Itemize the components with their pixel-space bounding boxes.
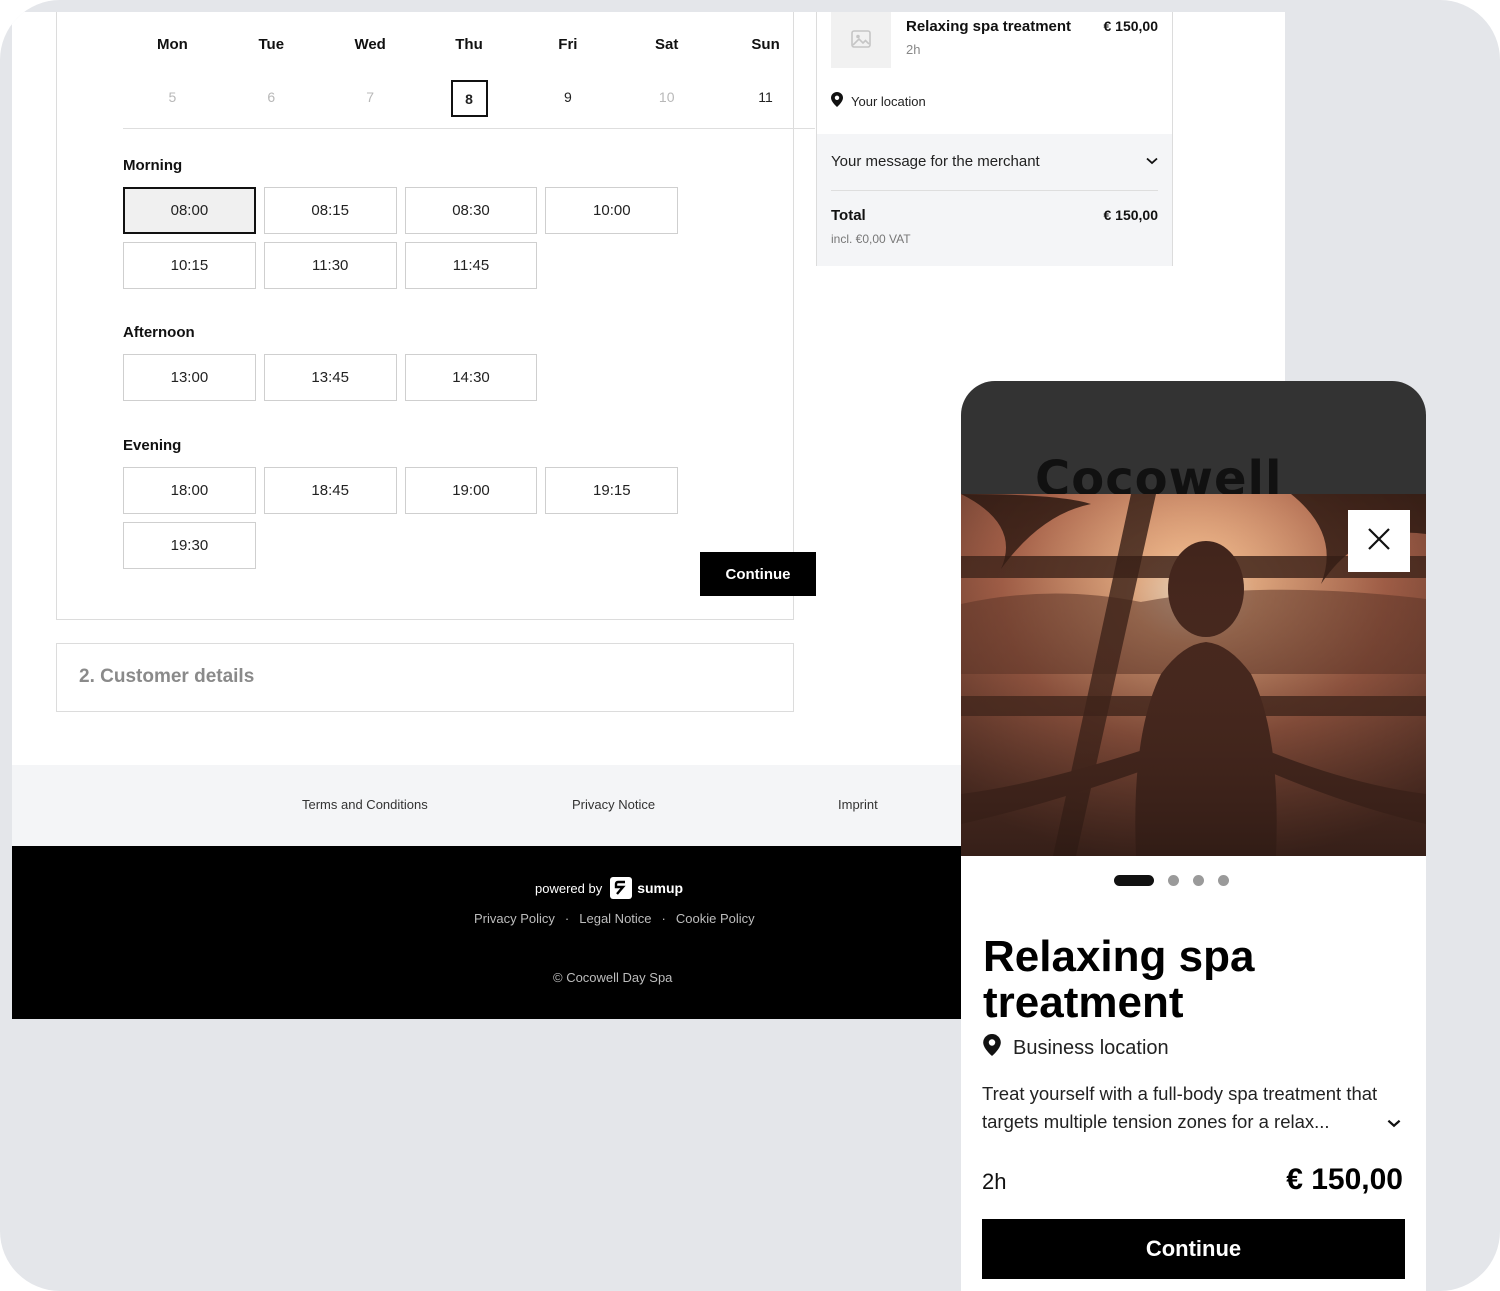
privacy-notice-link[interactable]: Privacy Notice [572, 797, 655, 812]
close-button[interactable] [1348, 510, 1410, 572]
legal-separator: · [564, 911, 570, 926]
day-name: Fri [558, 36, 578, 53]
order-summary: Relaxing spa treatment 2h € 150,00 Your … [816, 12, 1173, 266]
day-number: 7 [366, 89, 375, 105]
day-column: Fri 9 [518, 36, 617, 117]
merchant-message-toggle[interactable]: Your message for the merchant [817, 134, 1172, 190]
morning-title: Morning [123, 157, 183, 174]
sumup-mark [610, 877, 633, 899]
summary-service-name: Relaxing spa treatment [906, 18, 1072, 35]
evening-title: Evening [123, 437, 182, 454]
day-column: Wed 7 [321, 36, 420, 117]
customer-details-title: 2. Customer details [79, 666, 255, 687]
copyright: © Cocowell Day Spa [553, 970, 673, 985]
day-name: Mon [157, 36, 188, 53]
mobile-location: Business location [983, 1034, 1169, 1062]
date-time-card: Mon 5 Tue 6 Wed 7 Thu 8 Fri 9 Sat 10 Sun 11 Morning 0… [56, 12, 816, 620]
imprint-link[interactable]: Imprint [838, 797, 878, 812]
screenshot-frame: Mon 5 Tue 6 Wed 7 Thu 8 Fri 9 Sat 10 Sun 11 Morning 0… [0, 0, 1500, 1291]
carousel-dot[interactable] [1167, 875, 1179, 886]
chevron-down-icon[interactable] [1387, 1115, 1401, 1133]
sumup-logo-icon[interactable]: sumup [610, 877, 683, 899]
calendar-divider [123, 128, 815, 129]
day-number: 5 [168, 89, 177, 105]
summary-total-value: € 150,00 [1103, 207, 1159, 223]
summary-total-label: Total [831, 207, 866, 224]
day-column: Thu 8 [420, 36, 519, 117]
mobile-continue-button[interactable]: Continue [982, 1219, 1405, 1279]
mobile-location-label: Business location [1013, 1036, 1169, 1059]
day-column: Mon 5 [123, 36, 222, 117]
mobile-header: Cocowell [961, 381, 1426, 507]
mobile-duration: 2h [982, 1169, 1007, 1194]
time-slot[interactable]: 19:15 [545, 467, 679, 514]
time-slot[interactable]: 08:15 [263, 187, 397, 234]
summary-vat: incl. €0,00 VAT [831, 232, 911, 246]
day-name: Wed [354, 36, 386, 53]
day-name: Tue [258, 36, 285, 53]
time-slot[interactable]: 11:45 [404, 242, 538, 289]
afternoon-slots: 13:00 13:45 14:30 [123, 354, 817, 401]
cookie-policy-link[interactable]: Cookie Policy [676, 911, 755, 926]
summary-total-area: Total € 150,00 incl. €0,00 VAT [817, 190, 1172, 266]
powered-by-label: powered by [535, 880, 603, 896]
carousel-dot[interactable] [1113, 875, 1154, 886]
time-slot[interactable]: 08:00 [123, 187, 256, 234]
day-column: Tue 6 [222, 36, 321, 117]
time-slot[interactable]: 14:30 [404, 354, 538, 401]
time-slot[interactable]: 08:30 [404, 187, 538, 234]
time-slot[interactable]: 10:15 [123, 242, 256, 289]
location-pin-icon [831, 92, 843, 110]
close-icon [1367, 527, 1391, 556]
carousel-dot[interactable] [1192, 875, 1204, 886]
merchant-message-label: Your message for the merchant [831, 153, 1040, 170]
day-name: Sat [655, 36, 679, 53]
day-column: Sat 10 [617, 36, 716, 117]
terms-link[interactable]: Terms and Conditions [302, 797, 428, 812]
time-slot[interactable]: 19:00 [404, 467, 538, 514]
time-slot[interactable]: 10:00 [545, 187, 679, 234]
carousel-dot[interactable] [1217, 875, 1229, 886]
mobile-service-sheet: Cocowell Relaxing spa treatment Business… [961, 381, 1426, 1291]
time-slot[interactable]: 18:45 [263, 467, 397, 514]
day-name: Thu [455, 36, 483, 53]
time-slot[interactable]: 18:00 [123, 467, 256, 514]
week-day-picker: Mon 5 Tue 6 Wed 7 Thu 8 Fri 9 Sat 10 Sun 11 [123, 36, 815, 117]
summary-location-label: Your location [851, 93, 926, 109]
summary-price: € 150,00 [1103, 18, 1159, 34]
summary-location: Your location [831, 92, 926, 110]
morning-slots: 08:00 08:15 08:30 10:00 10:15 11:30 11:45 [123, 187, 817, 289]
day-number[interactable]: 11 [747, 80, 784, 117]
mobile-description: Treat yourself with a full-body spa trea… [982, 1083, 1378, 1132]
powered-by: powered by sumup [535, 877, 683, 899]
location-pin-icon [983, 1034, 1001, 1062]
privacy-policy-link[interactable]: Privacy Policy [474, 911, 555, 926]
day-column: Sun 11 [716, 36, 815, 117]
time-slot[interactable]: 11:30 [263, 242, 397, 289]
customer-details-section[interactable]: 2. Customer details [56, 643, 794, 712]
mobile-price: € 150,00 [1286, 1163, 1403, 1196]
time-slot[interactable]: 19:30 [123, 522, 256, 569]
continue-button[interactable]: Continue [700, 552, 816, 596]
mobile-service-title: Relaxing spa treatment [983, 932, 1255, 1027]
legal-links: Privacy Policy · Legal Notice · Cookie P… [474, 911, 755, 926]
image-placeholder-icon [831, 12, 891, 68]
summary-duration: 2h [906, 42, 921, 57]
day-number: 6 [267, 89, 276, 105]
chevron-down-icon [1146, 152, 1158, 170]
time-slot[interactable]: 13:00 [123, 354, 256, 401]
day-number[interactable]: 9 [549, 80, 586, 117]
summary-total-divider [831, 190, 1158, 191]
day-name: Sun [751, 36, 780, 53]
time-slot[interactable]: 13:45 [263, 354, 397, 401]
carousel-dots [961, 875, 1426, 886]
day-number[interactable]: 8 [450, 80, 488, 117]
legal-notice-link[interactable]: Legal Notice [579, 911, 651, 926]
sumup-wordmark: sumup [637, 880, 684, 896]
legal-separator: · [661, 911, 666, 926]
day-number: 10 [658, 89, 675, 105]
afternoon-title: Afternoon [123, 324, 195, 341]
